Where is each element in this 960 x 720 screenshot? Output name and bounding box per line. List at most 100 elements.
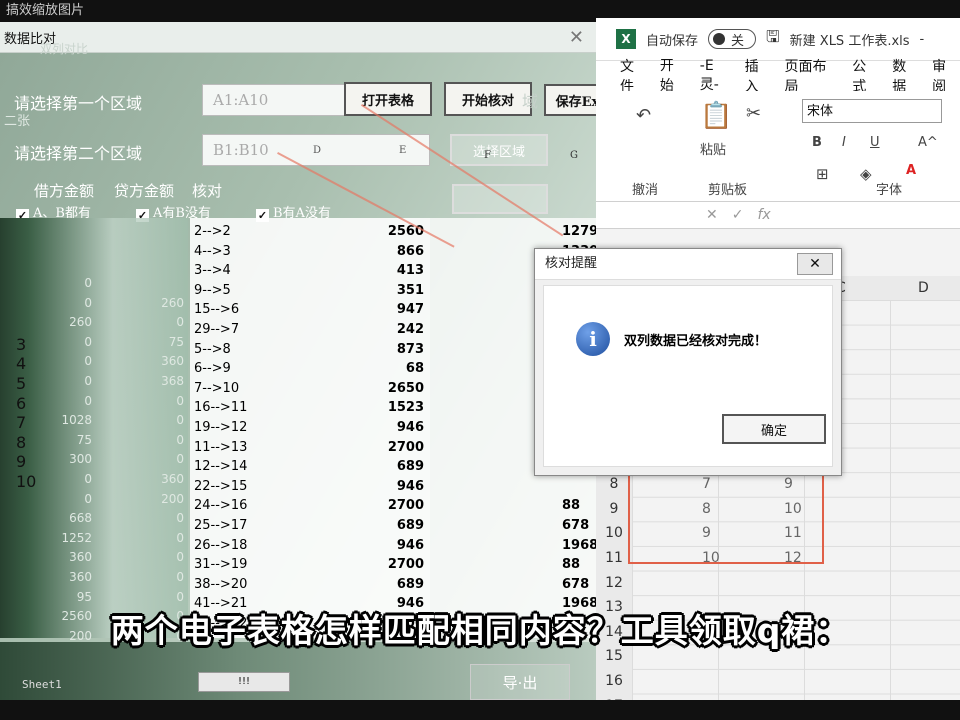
- row-header[interactable]: 12: [596, 575, 632, 591]
- toggle-knob: [713, 33, 726, 45]
- tab-formulas[interactable]: 公式: [852, 56, 880, 96]
- italic-button[interactable]: I: [842, 135, 846, 150]
- debit-cell: 95: [76, 589, 92, 604]
- table-row[interactable]: 1252 0: [0, 531, 188, 551]
- row-header[interactable]: 9: [596, 501, 632, 517]
- row-index: 5: [16, 374, 27, 393]
- table-row[interactable]: 4-->3 866: [192, 244, 428, 264]
- undo-icon[interactable]: ↶: [636, 105, 651, 126]
- column-g-cell: 88: [562, 557, 581, 573]
- table-row[interactable]: 22-->15 946: [192, 479, 428, 499]
- workbook-title: 新建 XLS 工作表.xls: [789, 33, 910, 49]
- message-body: i 双列数据已经核对完成！ 确定: [543, 285, 833, 467]
- table-row[interactable]: 2-->2 2560: [192, 224, 428, 244]
- autosave-toggle[interactable]: 关: [708, 29, 757, 49]
- table-row[interactable]: 360 0: [0, 570, 188, 590]
- table-row[interactable]: 6 0 0: [0, 394, 188, 414]
- check-value-cell: 351: [396, 282, 424, 298]
- table-row[interactable]: 668 0: [0, 511, 188, 531]
- fill-color-icon[interactable]: ◈: [860, 165, 872, 183]
- header-check: 核对: [192, 182, 223, 200]
- first-range-input[interactable]: A1:A10: [202, 84, 352, 116]
- row-header[interactable]: 16: [596, 673, 632, 689]
- table-row[interactable]: 0 200: [0, 492, 188, 512]
- table-row[interactable]: 19-->12 946: [192, 420, 428, 440]
- table-row[interactable]: 10 0 360: [0, 472, 188, 492]
- tab-eling[interactable]: -E灵-: [700, 58, 733, 94]
- table-row[interactable]: 5 0 368: [0, 374, 188, 394]
- table-row[interactable]: 15-->6 947: [192, 302, 428, 322]
- table-row[interactable]: 24-->16 2700: [192, 498, 428, 518]
- tab-review[interactable]: 审阅: [932, 56, 960, 96]
- save-excel-button[interactable]: 保存Excel: [544, 84, 596, 116]
- paste-icon[interactable]: 📋: [700, 101, 732, 131]
- table-row[interactable]: 16-->11 1523: [192, 400, 428, 420]
- table-row[interactable]: 7 1028 0: [0, 413, 188, 433]
- debit-cell: 360: [69, 570, 92, 584]
- debit-cell: 360: [69, 550, 92, 565]
- table-row[interactable]: 360 0: [0, 550, 188, 570]
- close-icon[interactable]: ✕: [569, 27, 584, 48]
- select-range-button[interactable]: 选择区域: [450, 134, 548, 166]
- table-row[interactable]: 12-->14 689: [192, 459, 428, 479]
- underline-button[interactable]: U: [870, 135, 880, 150]
- table-row[interactable]: 11-->13 2700: [192, 440, 428, 460]
- save-icon[interactable]: 🖫: [766, 26, 780, 53]
- enter-icon[interactable]: ✓: [732, 207, 744, 223]
- table-row[interactable]: 0 260: [0, 296, 188, 316]
- bold-button[interactable]: B: [812, 135, 822, 150]
- column-g-cell: 88: [562, 498, 581, 514]
- message-close-button[interactable]: ✕: [797, 253, 833, 275]
- table-row[interactable]: 9-->5 351: [192, 283, 428, 303]
- table-row[interactable]: 0: [0, 276, 188, 296]
- open-table-button[interactable]: 打开表格: [344, 82, 432, 116]
- excel-titlebar: X 自动保存 关 🖫 新建 XLS 工作表.xls -: [596, 18, 960, 61]
- row-header[interactable]: 11: [596, 550, 632, 566]
- tab-double-column[interactable]: 双列对比: [40, 40, 88, 57]
- tab-insert[interactable]: 插入: [745, 56, 773, 96]
- debit-cell: 0: [84, 295, 92, 310]
- table-row[interactable]: 8 75 0: [0, 433, 188, 453]
- tab-page-layout[interactable]: 页面布局: [785, 56, 841, 96]
- check-value-cell: 946: [396, 537, 424, 553]
- export-button[interactable]: 导·出: [470, 664, 570, 700]
- table-row[interactable]: 5-->8 873: [192, 342, 428, 362]
- faint-button[interactable]: [452, 184, 548, 214]
- tab-file[interactable]: 文件: [620, 56, 648, 96]
- table-row[interactable]: 25-->17 689: [192, 518, 428, 538]
- table-row[interactable]: 260 0: [0, 315, 188, 335]
- ok-button[interactable]: 确定: [722, 414, 826, 444]
- table-row[interactable]: 7-->10 2650: [192, 381, 428, 401]
- credit-cell: 0: [176, 530, 184, 545]
- check-value-cell: 947: [396, 302, 424, 318]
- cut-icon[interactable]: ✂: [746, 103, 761, 124]
- table-row[interactable]: 3-->4 413: [192, 263, 428, 283]
- row-header[interactable]: 8: [596, 476, 632, 492]
- font-name-select[interactable]: 宋体: [802, 99, 942, 123]
- second-range-input[interactable]: B1:B10 D E: [202, 134, 430, 166]
- table-row[interactable]: 29-->7 242: [192, 322, 428, 342]
- check-value-cell: 689: [396, 576, 424, 592]
- table-row[interactable]: 6-->9 68: [192, 361, 428, 381]
- table-row[interactable]: 3 0 75: [0, 335, 188, 355]
- sheet-tab[interactable]: Sheet1: [22, 678, 62, 691]
- cancel-icon[interactable]: ✕: [706, 207, 718, 223]
- table-row[interactable]: 31-->19 2700: [192, 557, 428, 577]
- grow-font-button[interactable]: A^: [918, 135, 938, 150]
- row-header[interactable]: 10: [596, 525, 632, 541]
- tab-data[interactable]: 数据: [892, 56, 920, 96]
- borders-icon[interactable]: ⊞: [816, 165, 829, 183]
- fx-icon[interactable]: fx: [757, 207, 770, 223]
- table-row[interactable]: 26-->18 946: [192, 538, 428, 558]
- table-row[interactable]: 4 0 360: [0, 354, 188, 374]
- start-check-button[interactable]: 开始核对: [444, 82, 532, 116]
- row-index: 9: [16, 452, 27, 472]
- credit-cell: 0: [176, 452, 184, 467]
- table-row[interactable]: 38-->20 689: [192, 577, 428, 597]
- credit-cell: 0: [176, 413, 184, 428]
- table-row[interactable]: 9 300 0: [0, 452, 188, 472]
- column-header-d[interactable]: D: [918, 280, 929, 296]
- horizontal-scrollbar[interactable]: !!!: [198, 672, 290, 692]
- row-index: 8: [16, 432, 27, 452]
- font-color-button[interactable]: A: [906, 163, 916, 178]
